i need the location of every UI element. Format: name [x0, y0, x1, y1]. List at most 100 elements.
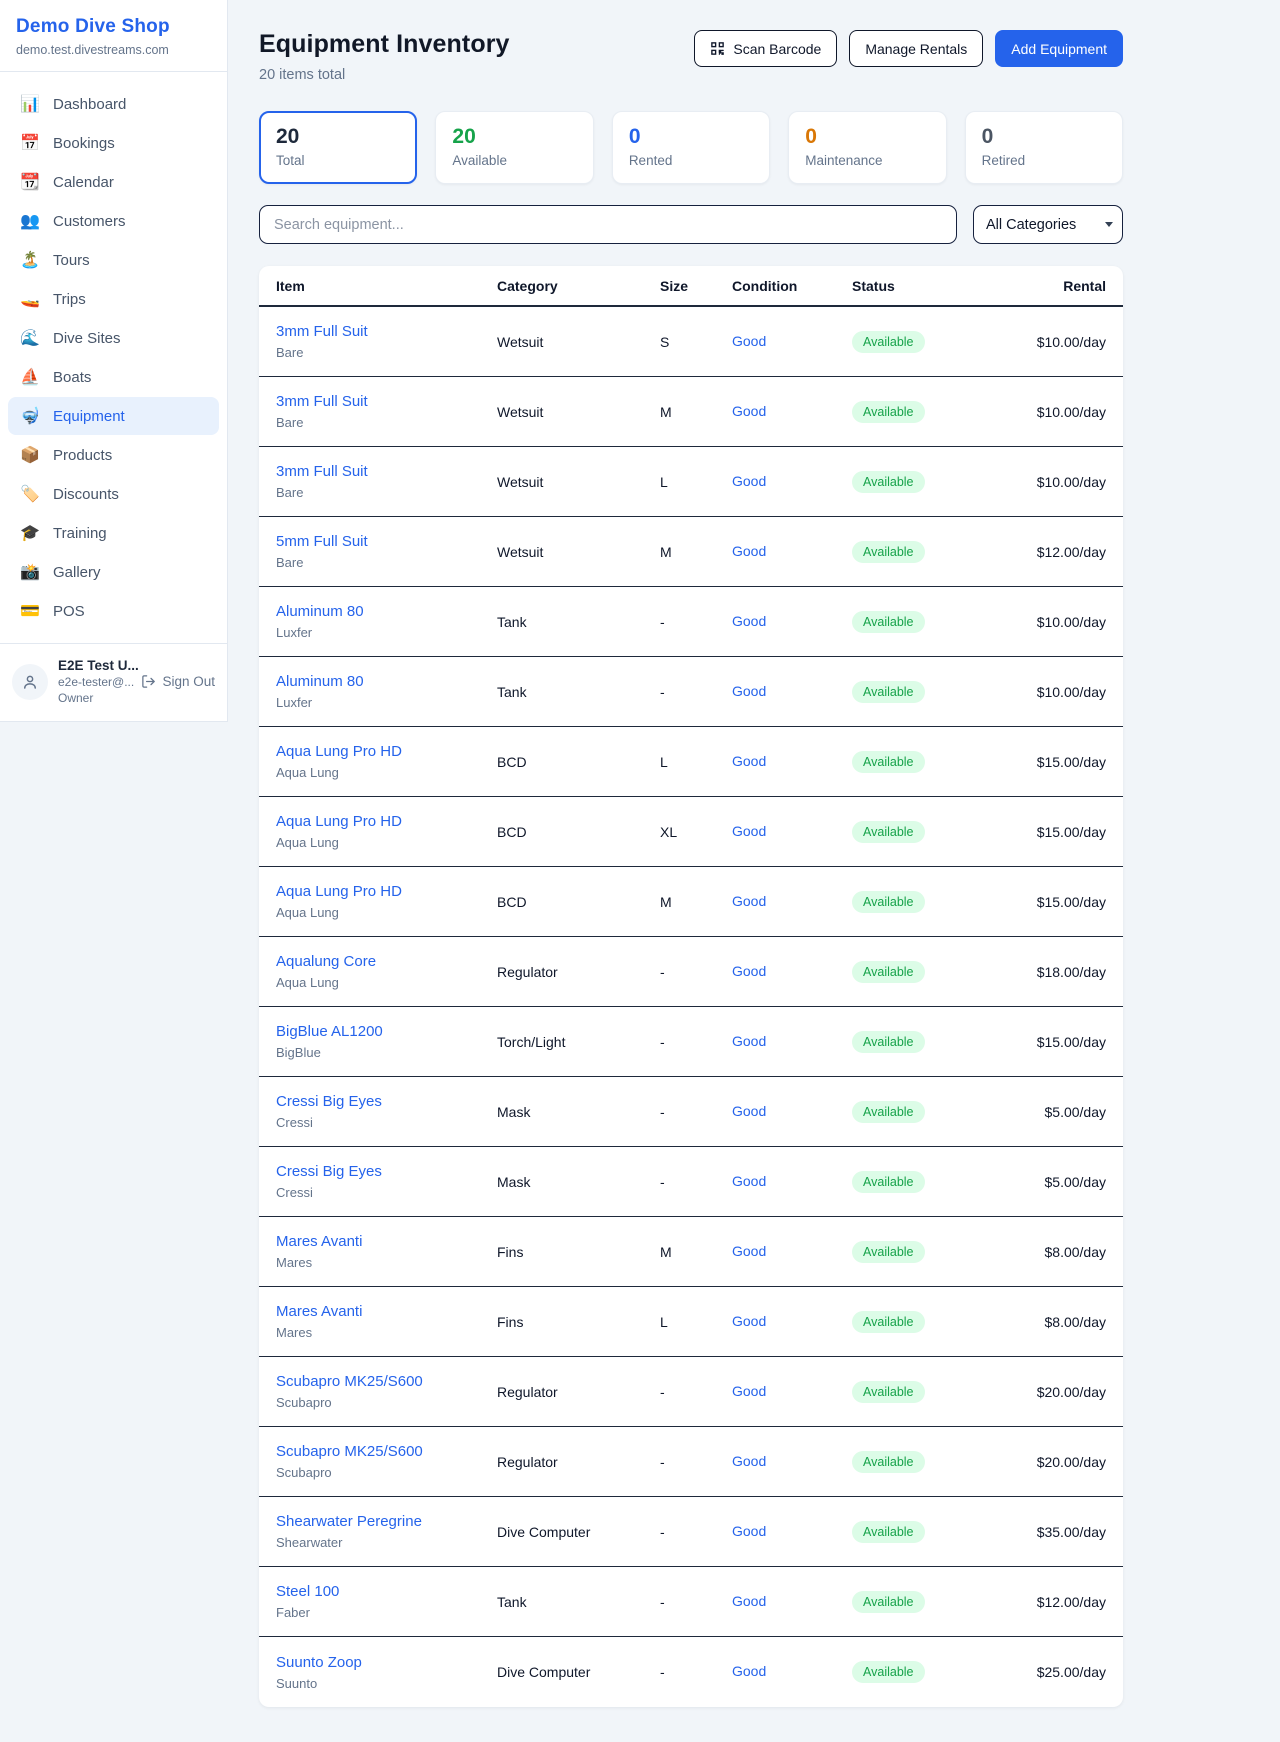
condition-cell: Good [732, 473, 852, 491]
shop-name: Demo Dive Shop [16, 16, 211, 38]
sidebar-item-training[interactable]: 🎓 Training [8, 514, 219, 552]
sidebar-item-label: Gallery [53, 564, 101, 581]
condition-link[interactable]: Good [732, 613, 766, 629]
stat-card-retired[interactable]: 0 Retired [965, 111, 1123, 184]
condition-link[interactable]: Good [732, 1663, 766, 1679]
add-equipment-button[interactable]: Add Equipment [995, 30, 1123, 67]
condition-link[interactable]: Good [732, 543, 766, 559]
calendar-icon: 📆 [20, 172, 40, 192]
condition-link[interactable]: Good [732, 1523, 766, 1539]
scan-barcode-button[interactable]: Scan Barcode [694, 30, 837, 67]
item-name-link[interactable]: Steel 100 [276, 1583, 497, 1600]
qr-code-icon [710, 41, 725, 56]
item-name-link[interactable]: Cressi Big Eyes [276, 1163, 497, 1180]
sign-out-label: Sign Out [162, 674, 215, 689]
sidebar-item-boats[interactable]: ⛵ Boats [8, 358, 219, 396]
scan-barcode-label: Scan Barcode [733, 41, 821, 57]
column-header-rental: Rental [994, 278, 1106, 294]
item-name-link[interactable]: Aqua Lung Pro HD [276, 813, 497, 830]
item-cell: Cressi Big Eyes Cressi [276, 1163, 497, 1200]
condition-link[interactable]: Good [732, 1103, 766, 1119]
stat-card-rented[interactable]: 0 Rented [612, 111, 770, 184]
status-badge: Available [852, 1031, 925, 1053]
item-name-link[interactable]: Scubapro MK25/S600 [276, 1443, 497, 1460]
item-cell: Shearwater Peregrine Shearwater [276, 1513, 497, 1550]
item-name-link[interactable]: Suunto Zoop [276, 1654, 497, 1671]
condition-link[interactable]: Good [732, 823, 766, 839]
condition-link[interactable]: Good [732, 1033, 766, 1049]
main-content: Equipment Inventory 20 items total Scan … [259, 0, 1123, 1739]
condition-link[interactable]: Good [732, 1593, 766, 1609]
sidebar-item-tours[interactable]: 🏝️ Tours [8, 241, 219, 279]
sidebar-item-pos[interactable]: 💳 POS [8, 592, 219, 630]
category-cell: BCD [497, 754, 660, 770]
condition-link[interactable]: Good [732, 1173, 766, 1189]
sidebar-item-dashboard[interactable]: 📊 Dashboard [8, 85, 219, 123]
item-name-link[interactable]: 3mm Full Suit [276, 393, 497, 410]
header-actions: Scan Barcode Manage Rentals Add Equipmen… [694, 30, 1123, 67]
item-name-link[interactable]: Aqua Lung Pro HD [276, 883, 497, 900]
status-cell: Available [852, 1031, 994, 1053]
customers-icon: 👥 [20, 211, 40, 231]
condition-link[interactable]: Good [732, 403, 766, 419]
item-cell: 3mm Full Suit Bare [276, 393, 497, 430]
condition-link[interactable]: Good [732, 753, 766, 769]
bookings-icon: 📅 [20, 133, 40, 153]
status-badge: Available [852, 1521, 925, 1543]
condition-cell: Good [732, 1313, 852, 1331]
item-name-link[interactable]: Scubapro MK25/S600 [276, 1373, 497, 1390]
item-name-link[interactable]: Aluminum 80 [276, 603, 497, 620]
item-name-link[interactable]: Cressi Big Eyes [276, 1093, 497, 1110]
item-cell: Scubapro MK25/S600 Scubapro [276, 1373, 497, 1410]
category-cell: Wetsuit [497, 544, 660, 560]
sidebar-item-equipment[interactable]: 🤿 Equipment [8, 397, 219, 435]
rental-cell: $10.00/day [994, 404, 1106, 420]
stat-card-maintenance[interactable]: 0 Maintenance [788, 111, 946, 184]
sidebar-item-bookings[interactable]: 📅 Bookings [8, 124, 219, 162]
item-name-link[interactable]: 5mm Full Suit [276, 533, 497, 550]
item-name-link[interactable]: BigBlue AL1200 [276, 1023, 497, 1040]
sidebar-item-customers[interactable]: 👥 Customers [8, 202, 219, 240]
stats-row: 20 Total 20 Available 0 Rented 0 Mainten… [259, 111, 1123, 184]
stat-card-available[interactable]: 20 Available [435, 111, 593, 184]
manage-rentals-button[interactable]: Manage Rentals [849, 30, 983, 67]
item-name-link[interactable]: Shearwater Peregrine [276, 1513, 497, 1530]
sidebar-item-calendar[interactable]: 📆 Calendar [8, 163, 219, 201]
category-cell: Wetsuit [497, 404, 660, 420]
item-brand: Scubapro [276, 1395, 497, 1410]
item-name-link[interactable]: Aqualung Core [276, 953, 497, 970]
search-input[interactable] [259, 205, 957, 244]
condition-link[interactable]: Good [732, 683, 766, 699]
size-cell: XL [660, 824, 732, 840]
item-name-link[interactable]: Mares Avanti [276, 1233, 497, 1250]
sign-out-button[interactable]: Sign Out [141, 674, 215, 689]
item-name-link[interactable]: Aluminum 80 [276, 673, 497, 690]
category-cell: Dive Computer [497, 1664, 660, 1680]
sidebar-item-trips[interactable]: 🚤 Trips [8, 280, 219, 318]
item-name-link[interactable]: 3mm Full Suit [276, 323, 497, 340]
item-name-link[interactable]: 3mm Full Suit [276, 463, 497, 480]
sidebar-item-dive-sites[interactable]: 🌊 Dive Sites [8, 319, 219, 357]
sidebar-item-products[interactable]: 📦 Products [8, 436, 219, 474]
condition-link[interactable]: Good [732, 1243, 766, 1259]
rental-cell: $10.00/day [994, 474, 1106, 490]
item-name-link[interactable]: Aqua Lung Pro HD [276, 743, 497, 760]
item-name-link[interactable]: Mares Avanti [276, 1303, 497, 1320]
status-cell: Available [852, 1661, 994, 1683]
table-row: Aqualung Core Aqua Lung Regulator - Good… [259, 937, 1123, 1007]
condition-link[interactable]: Good [732, 1453, 766, 1469]
rental-cell: $5.00/day [994, 1104, 1106, 1120]
condition-link[interactable]: Good [732, 1383, 766, 1399]
condition-link[interactable]: Good [732, 473, 766, 489]
table-row: Cressi Big Eyes Cressi Mask - Good Avail… [259, 1077, 1123, 1147]
item-cell: Aqua Lung Pro HD Aqua Lung [276, 813, 497, 850]
condition-link[interactable]: Good [732, 963, 766, 979]
condition-link[interactable]: Good [732, 1313, 766, 1329]
condition-link[interactable]: Good [732, 333, 766, 349]
stat-card-total[interactable]: 20 Total [259, 111, 417, 184]
status-cell: Available [852, 891, 994, 913]
condition-link[interactable]: Good [732, 893, 766, 909]
sidebar-item-gallery[interactable]: 📸 Gallery [8, 553, 219, 591]
sidebar-item-discounts[interactable]: 🏷️ Discounts [8, 475, 219, 513]
category-select[interactable]: All Categories [973, 205, 1123, 244]
